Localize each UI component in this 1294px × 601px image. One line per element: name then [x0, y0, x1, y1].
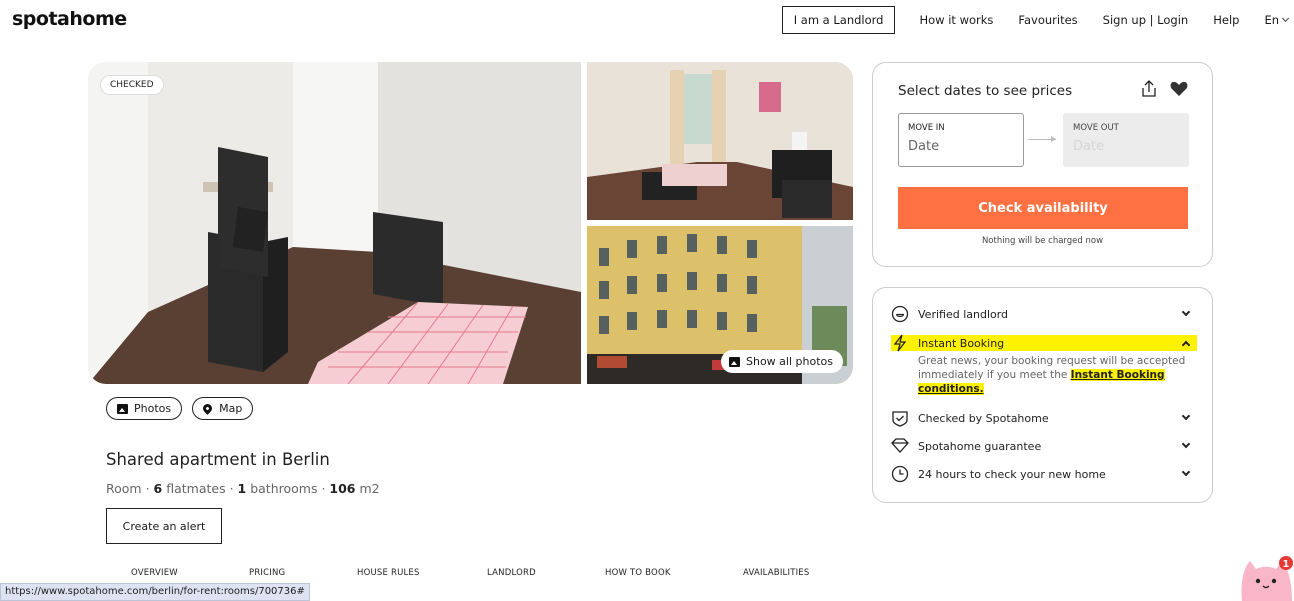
- size-unit: m2: [359, 481, 380, 496]
- chat-mascot-icon[interactable]: 1: [1236, 553, 1294, 601]
- feature-checked-toggle[interactable]: Checked by Spotahome: [891, 410, 1197, 427]
- feature-24-hours: 24 hours to check your new home: [891, 465, 1197, 483]
- move-in-label: MOVE IN: [908, 123, 945, 133]
- tab-landlord[interactable]: LANDLORD: [487, 568, 536, 578]
- clock-icon: [891, 465, 909, 483]
- feature-guarantee-label: Spotahome guarantee: [918, 439, 1042, 453]
- language-selector[interactable]: En: [1264, 13, 1290, 27]
- photo-gallery: CHECKED Show all photos: [88, 62, 853, 384]
- feature-24-hours-label: 24 hours to check your new home: [918, 467, 1106, 481]
- check-availability-button[interactable]: Check availability: [898, 187, 1188, 229]
- tab-availabilities[interactable]: AVAILABILITIES: [743, 568, 809, 578]
- photos-pill-label: Photos: [134, 402, 172, 415]
- media-pills: Photos Map: [106, 397, 263, 420]
- main-room-photo[interactable]: CHECKED: [88, 62, 581, 384]
- feature-verified-label: Verified landlord: [918, 307, 1009, 321]
- checked-badge: CHECKED: [100, 75, 164, 95]
- chevron-down-icon: [1181, 307, 1191, 317]
- move-in-field[interactable]: MOVE IN Date: [898, 113, 1024, 167]
- listing-title: Shared apartment in Berlin: [106, 450, 330, 469]
- move-out-label: MOVE OUT: [1073, 123, 1119, 133]
- map-pill-label: Map: [219, 402, 243, 415]
- diamond-icon: [891, 438, 909, 453]
- nav-help[interactable]: Help: [1213, 13, 1239, 27]
- create-alert-button[interactable]: Create an alert: [106, 508, 222, 544]
- chevron-up-icon: [1181, 340, 1191, 350]
- map-pin-icon: [201, 402, 214, 415]
- tab-how-to-book[interactable]: HOW TO BOOK: [605, 568, 671, 578]
- nav-favourites[interactable]: Favourites: [1018, 13, 1077, 27]
- listing-type: Room: [106, 481, 142, 496]
- status-bar-url: https://www.spotahome.com/berlin/for-ren…: [0, 583, 310, 601]
- chevron-down-icon: [1181, 439, 1191, 449]
- chevron-down-icon: [1181, 411, 1191, 421]
- feature-24-hours-toggle[interactable]: 24 hours to check your new home: [891, 465, 1197, 483]
- booking-card: Select dates to see prices MOVE IN Date …: [872, 62, 1213, 267]
- separator: ·: [225, 481, 238, 496]
- nav-signup-login[interactable]: Sign up | Login: [1103, 13, 1189, 27]
- feature-checked: Checked by Spotahome: [891, 410, 1197, 427]
- room-photo-illustration: [88, 62, 581, 384]
- show-all-photos-label: Show all photos: [746, 355, 833, 368]
- feature-instant-label: Instant Booking: [918, 336, 1005, 350]
- feature-verified-landlord: Verified landlord: [891, 305, 1197, 323]
- feature-checked-label: Checked by Spotahome: [918, 411, 1049, 425]
- share-icon[interactable]: [1139, 79, 1159, 99]
- feature-verified-toggle[interactable]: Verified landlord: [891, 305, 1197, 323]
- map-pill[interactable]: Map: [192, 397, 254, 420]
- spotahome-logo[interactable]: spotahome: [12, 8, 127, 30]
- flatmates-count: 6: [153, 481, 163, 496]
- size-value: 106: [329, 481, 356, 496]
- chevron-down-icon: [1281, 14, 1290, 23]
- move-out-value: Date: [1073, 139, 1105, 154]
- bathrooms-label: bathrooms: [250, 481, 318, 496]
- separator: ·: [141, 481, 154, 496]
- image-icon: [729, 356, 740, 367]
- building-photo[interactable]: Show all photos: [587, 226, 853, 384]
- nav-how-it-works[interactable]: How it works: [919, 13, 993, 27]
- booking-title: Select dates to see prices: [898, 83, 1073, 99]
- landlord-button[interactable]: I am a Landlord: [781, 6, 896, 34]
- tab-pricing[interactable]: PRICING: [249, 568, 285, 578]
- image-icon: [117, 403, 128, 414]
- no-charge-note: Nothing will be charged now: [981, 236, 1104, 246]
- smile-icon: [891, 305, 909, 323]
- room-photo-2-illustration: [587, 62, 853, 220]
- tab-house-rules[interactable]: HOUSE RULES: [357, 568, 420, 578]
- features-card: Verified landlord Instant Booking Great …: [872, 287, 1213, 503]
- feature-instant-toggle[interactable]: Instant Booking: [891, 334, 1197, 352]
- chevron-down-icon: [1181, 467, 1191, 477]
- shield-check-icon: [892, 411, 908, 427]
- flatmates-label: flatmates: [166, 481, 226, 496]
- photos-pill[interactable]: Photos: [106, 397, 183, 420]
- arrow-right-icon: [1028, 136, 1056, 142]
- heart-icon[interactable]: [1170, 81, 1188, 97]
- bathrooms-count: 1: [237, 481, 247, 496]
- language-label: En: [1264, 13, 1279, 27]
- notification-count: 1: [1283, 559, 1290, 570]
- feature-instant-booking: Instant Booking Great news, your booking…: [891, 334, 1197, 396]
- lightning-icon: [893, 334, 907, 352]
- header: spotahome I am a Landlord How it works F…: [0, 0, 1294, 40]
- top-nav: I am a Landlord How it works Favourites …: [781, 6, 1290, 34]
- show-all-photos-button[interactable]: Show all photos: [721, 350, 843, 373]
- feature-guarantee-toggle[interactable]: Spotahome guarantee: [891, 438, 1197, 454]
- feature-guarantee: Spotahome guarantee: [891, 438, 1197, 454]
- move-out-field: MOVE OUT Date: [1063, 113, 1189, 167]
- listing-summary: Room · 6 flatmates · 1 bathrooms · 106 m…: [106, 481, 380, 496]
- move-in-value: Date: [908, 139, 940, 154]
- tab-overview[interactable]: OVERVIEW: [131, 568, 178, 578]
- instant-booking-description: Great news, your booking request will be…: [918, 354, 1197, 396]
- room-photo-2[interactable]: [587, 62, 853, 220]
- separator: ·: [317, 481, 330, 496]
